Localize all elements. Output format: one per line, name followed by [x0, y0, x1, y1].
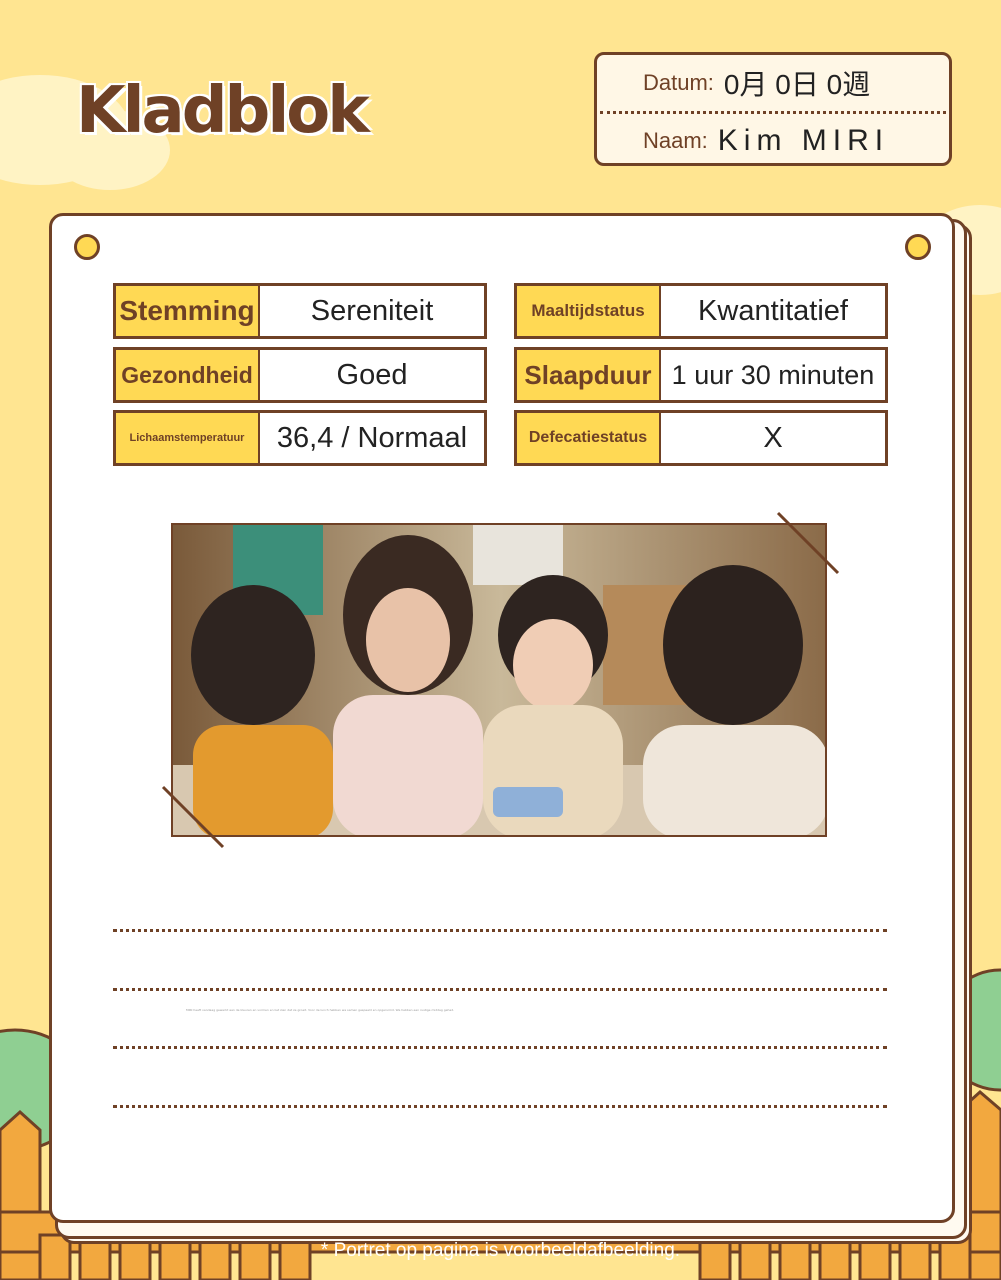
writing-line — [113, 1046, 887, 1049]
photo-corner-lines — [161, 511, 840, 849]
footer-note: * Portret op pagina is voorbeeldafbeeldi… — [320, 1240, 681, 1261]
writing-line — [113, 929, 887, 932]
writing-line — [113, 1105, 887, 1108]
writing-line — [113, 988, 887, 991]
fine-print: MIRI heeft vandaag gewerkt aan de kleure… — [186, 1008, 455, 1012]
